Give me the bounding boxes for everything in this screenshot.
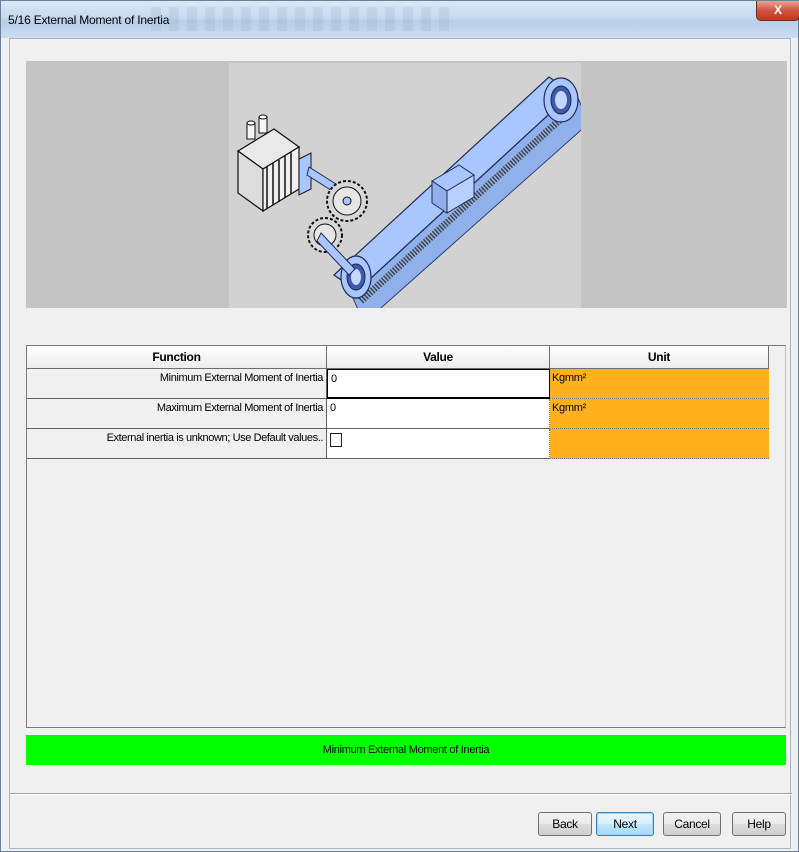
use-default-values-checkbox[interactable] xyxy=(330,433,342,447)
window-title: 5/16 External Moment of Inertia xyxy=(8,13,170,27)
cancel-button[interactable]: Cancel xyxy=(663,812,721,836)
table-row: Minimum External Moment of Inertia 0 Kgm… xyxy=(27,369,769,399)
back-button[interactable]: Back xyxy=(538,812,592,836)
next-button[interactable]: Next xyxy=(596,812,654,836)
wizard-content: Function Value Unit Minimum External Mom… xyxy=(9,38,792,849)
function-cell: External inertia is unknown; Use Default… xyxy=(27,429,327,459)
motor-gear-belt-drive-illustration xyxy=(236,76,590,324)
unit-cell xyxy=(550,429,769,459)
drive-illustration xyxy=(229,63,590,324)
table-row: Maximum External Moment of Inertia 0 Kgm… xyxy=(27,399,769,429)
dialog-window: 5/16 External Moment of Inertia X Functi… xyxy=(0,0,799,852)
title-bar-background xyxy=(151,7,451,31)
connector-2-cap xyxy=(258,114,268,120)
close-button[interactable]: X xyxy=(756,1,799,21)
column-header-function[interactable]: Function xyxy=(27,346,327,369)
drive-gear-hub xyxy=(342,196,352,206)
right-pulley-center xyxy=(555,91,567,109)
status-bar: Minimum External Moment of Inertia xyxy=(26,735,786,765)
column-header-value[interactable]: Value xyxy=(327,346,550,369)
default-values-cell xyxy=(327,429,550,459)
title-bar[interactable]: 5/16 External Moment of Inertia X xyxy=(1,1,799,38)
parameter-grid: Function Value Unit Minimum External Mom… xyxy=(26,345,786,728)
connector-1-cap xyxy=(246,120,256,126)
function-cell: Maximum External Moment of Inertia xyxy=(27,399,327,429)
separator xyxy=(10,793,792,795)
illustration-panel xyxy=(26,61,787,324)
min-inertia-value-input[interactable]: 0 xyxy=(327,369,550,399)
unit-cell: Kgmm² xyxy=(550,399,769,429)
function-cell: Minimum External Moment of Inertia xyxy=(27,369,327,399)
grid-header: Function Value Unit xyxy=(27,346,769,369)
help-button[interactable]: Help xyxy=(732,812,786,836)
unit-cell: Kgmm² xyxy=(550,369,769,399)
max-inertia-value-input[interactable]: 0 xyxy=(327,399,550,429)
table-row: External inertia is unknown; Use Default… xyxy=(27,429,769,459)
column-header-unit[interactable]: Unit xyxy=(550,346,769,369)
